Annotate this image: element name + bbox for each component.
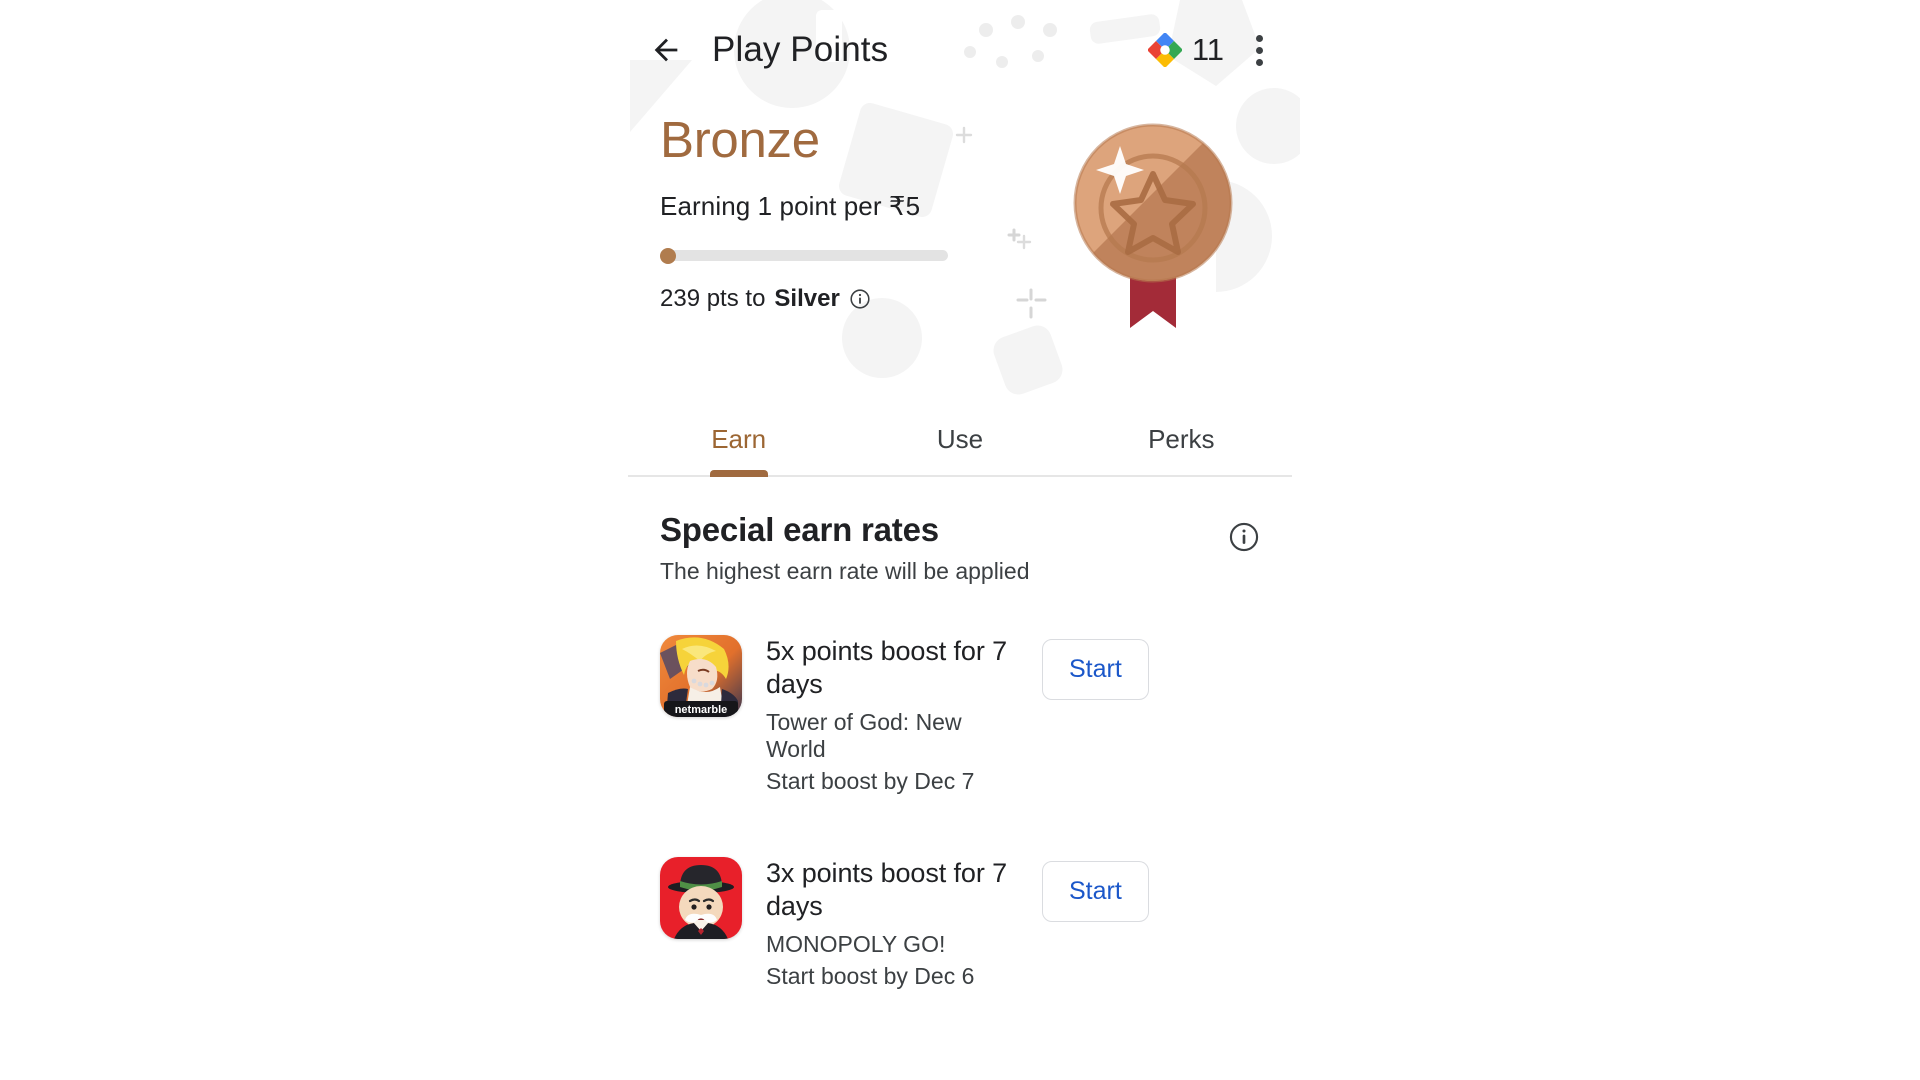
page-title: Play Points [712, 30, 889, 69]
tier-hero: Bronze Earning 1 point per ₹5 239 pts to… [620, 100, 1300, 400]
points-to-next-tier: 239 pts to [660, 285, 766, 312]
app-bar: Play Points 11 [620, 0, 1300, 100]
overflow-menu-button[interactable] [1236, 26, 1282, 74]
offer-action-group: Start [1042, 857, 1149, 922]
tabs-container: Earn Use Perks [620, 408, 1300, 477]
tower-of-god-app-icon-art: netmarble [660, 635, 742, 717]
tower-of-god-app-icon: netmarble [660, 635, 742, 717]
special-earn-rates-section: Special earn rates The highest earn rate… [620, 477, 1300, 990]
section-info-button[interactable] [1228, 521, 1260, 553]
tier-progress-knob [660, 247, 676, 264]
points-balance-chip[interactable]: 11 [1147, 32, 1224, 68]
offer-expiry: Start boost by Dec 6 [766, 962, 975, 989]
svg-text:netmarble: netmarble [675, 704, 728, 716]
offer-row[interactable]: netmarble 5x points boost for 7 days Tow… [660, 621, 1260, 795]
start-button[interactable]: Start [1042, 860, 1149, 922]
bronze-medal-icon [1073, 123, 1233, 328]
tab-earn[interactable]: Earn [628, 408, 849, 475]
info-circle-icon [1229, 522, 1259, 552]
offer-text-group: 5x points boost for 7 days Tower of God:… [742, 635, 1042, 795]
offer-title: 5x points boost for 7 days [766, 636, 1008, 700]
phone-viewport: Play Points 11 Bronze Earning 1 point pe… [620, 0, 1300, 1080]
monopoly-go-app-icon-art [660, 856, 742, 939]
start-button[interactable]: Start [1042, 639, 1149, 700]
offer-title: 3x points boost for 7 days [766, 857, 1008, 922]
back-button[interactable] [642, 26, 690, 74]
offer-row[interactable]: 3x points boost for 7 days MONOPOLY GO! … [660, 843, 1260, 990]
more-vert-icon-dot [1255, 34, 1263, 42]
points-count: 11 [1191, 32, 1224, 67]
screen-root: Play Points 11 Bronze Earning 1 point pe… [0, 0, 1920, 1080]
more-vert-icon-dot [1255, 46, 1263, 54]
tabs: Earn Use Perks [628, 408, 1292, 477]
tier-medal [1058, 108, 1248, 328]
offers-list: netmarble 5x points boost for 7 days Tow… [660, 621, 1260, 990]
play-points-diamond-icon [1147, 33, 1182, 67]
tab-use[interactable]: Use [849, 408, 1070, 475]
tab-perks[interactable]: Perks [1071, 408, 1292, 475]
offer-expiry: Start boost by Dec 7 [766, 767, 975, 794]
section-header: Special earn rates The highest earn rate… [660, 511, 1260, 585]
section-text-group: Special earn rates The highest earn rate… [660, 511, 1030, 585]
offer-app-name: MONOPOLY GO! [766, 930, 946, 957]
arrow-left-icon [654, 38, 678, 62]
tier-info-button[interactable] [849, 288, 871, 310]
section-title: Special earn rates [660, 511, 939, 548]
info-circle-icon [850, 289, 870, 309]
offer-action-group: Start [1042, 635, 1149, 700]
monopoly-go-app-icon [660, 856, 742, 939]
tier-progress-bar[interactable] [660, 247, 948, 264]
offer-text-group: 3x points boost for 7 days MONOPOLY GO! … [742, 857, 1042, 990]
more-vert-icon-dot [1255, 58, 1263, 66]
section-subtitle: The highest earn rate will be applied [660, 558, 1030, 584]
offer-app-name: Tower of God: New World [766, 708, 962, 762]
next-tier-name: Silver [774, 285, 840, 312]
